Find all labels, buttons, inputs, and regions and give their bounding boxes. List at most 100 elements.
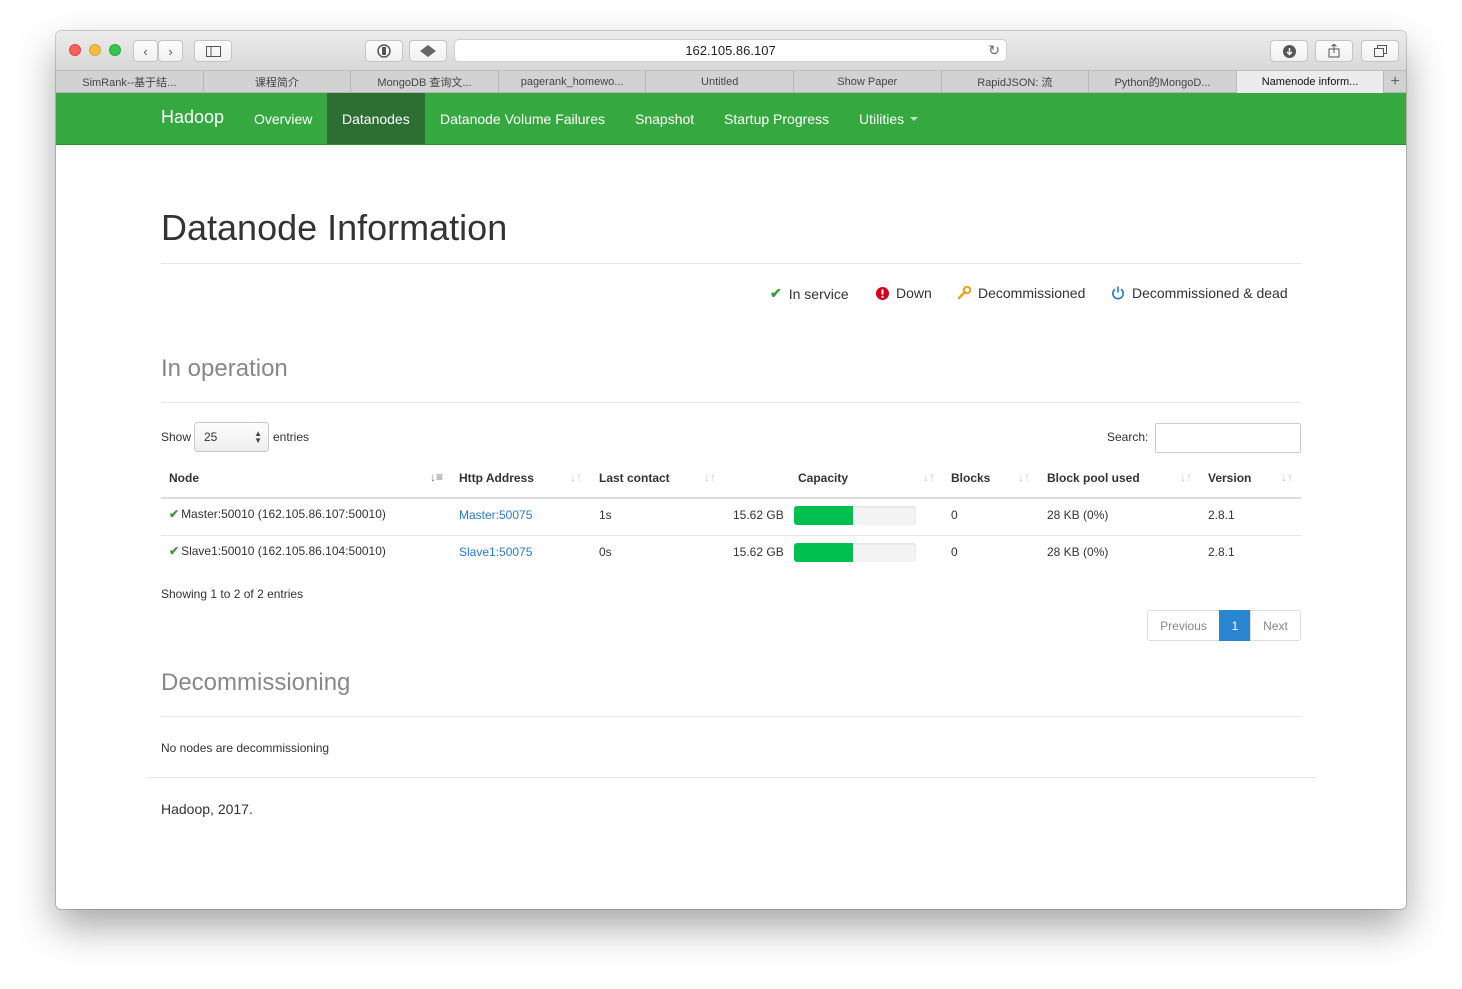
chevron-left-icon: ‹ <box>143 43 148 59</box>
sort-icon[interactable]: ↓↑ <box>923 470 935 484</box>
node-name: Master:50010 (162.105.86.107:50010) <box>181 507 386 521</box>
pagination-next[interactable]: Next <box>1250 610 1301 641</box>
divider <box>161 402 1301 403</box>
forward-button[interactable]: › <box>158 40 183 62</box>
nav-datanode-volume-failures[interactable]: Datanode Volume Failures <box>425 93 620 144</box>
entries-per-page-select[interactable]: 25 ▲ ▼ <box>194 422 269 452</box>
download-icon <box>1282 44 1296 58</box>
legend-label: Decommissioned & dead <box>1132 285 1288 301</box>
tab-strip: SimRank--基于结... 课程简介 MongoDB 查询文... page… <box>56 70 1406 93</box>
sidebar-toggle-button[interactable] <box>194 40 232 62</box>
section-title-in-operation: In operation <box>161 355 288 382</box>
pagination-page-1[interactable]: 1 <box>1219 610 1251 641</box>
browser-tab[interactable]: Untitled <box>646 71 794 93</box>
browser-tab[interactable]: SimRank--基于结... <box>56 71 204 93</box>
new-tab-button[interactable]: + <box>1384 71 1406 92</box>
power-icon <box>1112 286 1124 300</box>
column-header-node[interactable]: Node <box>169 471 199 485</box>
table-info: Showing 1 to 2 of 2 entries <box>161 587 304 601</box>
column-header-blocks[interactable]: Blocks <box>951 471 990 485</box>
capacity-progress-bar <box>794 543 916 562</box>
legend-label: In service <box>788 285 849 302</box>
sort-asc-icon[interactable]: ↓≡ <box>430 470 443 484</box>
legend-label: Down <box>896 285 932 301</box>
legend-decommissioned: Decommissioned <box>957 285 1085 301</box>
exclamation-circle-icon <box>876 286 889 300</box>
sort-icon[interactable]: ↓↑ <box>1281 470 1293 484</box>
plus-icon: + <box>1390 72 1400 90</box>
block-pool-used: 28 KB (0%) <box>1047 508 1109 522</box>
capacity-value: 15.62 GB <box>733 545 784 559</box>
version-value: 2.8.1 <box>1208 545 1235 559</box>
downloads-button[interactable] <box>1270 40 1308 62</box>
address-bar[interactable]: 162.105.86.107 ↻ <box>454 39 1007 62</box>
close-window-button[interactable] <box>69 44 81 56</box>
browser-tab[interactable]: RapidJSON: 流 <box>942 71 1090 93</box>
decommissioning-message: No nodes are decommissioning <box>161 741 330 755</box>
check-icon: ✔ <box>169 544 180 558</box>
minimize-window-button[interactable] <box>89 44 101 56</box>
sort-icon[interactable]: ↓↑ <box>1180 470 1192 484</box>
tabs-icon <box>1373 45 1387 57</box>
block-pool-used: 28 KB (0%) <box>1047 545 1109 559</box>
sort-icon[interactable]: ↓↑ <box>570 470 582 484</box>
divider <box>161 716 1301 717</box>
legend-label: Decommissioned <box>978 285 1086 301</box>
column-header-version[interactable]: Version <box>1208 471 1251 485</box>
navbar: Hadoop Overview Datanodes Datanode Volum… <box>56 93 1406 145</box>
nav-startup-progress[interactable]: Startup Progress <box>709 93 844 144</box>
select-arrows-icon: ▲ ▼ <box>254 429 262 445</box>
table-header-divider <box>161 497 1301 499</box>
check-icon: ✔ <box>770 285 782 301</box>
node-name: Slave1:50010 (162.105.86.104:50010) <box>181 544 386 558</box>
share-button[interactable] <box>1315 40 1353 62</box>
reload-icon[interactable]: ↻ <box>988 42 1000 59</box>
extension-button[interactable] <box>409 40 447 62</box>
sort-icon[interactable]: ↓↑ <box>1018 470 1030 484</box>
column-header-http-address[interactable]: Http Address <box>459 471 534 485</box>
section-title-decommissioning: Decommissioning <box>161 669 351 696</box>
legend-decommissioned-dead: Decommissioned & dead <box>1111 285 1288 301</box>
nav-utilities[interactable]: Utilities <box>844 93 933 144</box>
browser-window: ‹ › 162.105.86.107 ↻ SimRank--基于结... 课程简… <box>56 31 1406 909</box>
caret-down-icon <box>910 116 919 121</box>
browser-tab[interactable]: MongoDB 查询文... <box>351 71 499 93</box>
pagination-previous[interactable]: Previous <box>1147 610 1220 641</box>
nav-overview[interactable]: Overview <box>239 93 327 144</box>
last-contact: 1s <box>599 508 612 522</box>
back-button[interactable]: ‹ <box>133 40 158 62</box>
search-input[interactable] <box>1155 423 1301 453</box>
column-header-block-pool-used[interactable]: Block pool used <box>1047 471 1140 485</box>
browser-tab[interactable]: pagerank_homewo... <box>499 71 647 93</box>
nav-datanodes[interactable]: Datanodes <box>327 93 425 144</box>
http-address-link[interactable]: Slave1:50075 <box>459 545 532 559</box>
http-address-link[interactable]: Master:50075 <box>459 508 532 522</box>
browser-tab[interactable]: Show Paper <box>794 71 942 93</box>
legend-in-service: ✔ In service <box>770 285 849 302</box>
navbar-brand[interactable]: Hadoop <box>161 107 224 128</box>
footer-divider <box>146 777 1316 778</box>
row-divider <box>161 535 1301 536</box>
chevron-right-icon: › <box>168 43 173 59</box>
capacity-progress-fill <box>794 543 853 562</box>
footer-text: Hadoop, 2017. <box>161 801 253 817</box>
privacy-button[interactable] <box>365 40 403 62</box>
title-bar: ‹ › 162.105.86.107 ↻ <box>56 31 1406 70</box>
table-row-node: ✔ Master:50010 (162.105.86.107:50010) <box>169 507 386 521</box>
browser-tab-active[interactable]: Namenode inform... <box>1236 71 1385 93</box>
browser-tab[interactable]: Python的MongoD... <box>1089 71 1237 93</box>
sort-icon[interactable]: ↓↑ <box>704 470 716 484</box>
share-icon <box>1328 44 1340 58</box>
entries-label: entries <box>273 430 310 444</box>
tab-overview-button[interactable] <box>1361 40 1399 62</box>
capacity-value: 15.62 GB <box>733 508 784 522</box>
capacity-progress-bar <box>794 506 916 525</box>
browser-tab[interactable]: 课程简介 <box>204 71 352 93</box>
table-row-node: ✔ Slave1:50010 (162.105.86.104:50010) <box>169 544 386 558</box>
column-header-capacity[interactable]: Capacity <box>798 471 848 485</box>
zoom-window-button[interactable] <box>109 44 121 56</box>
nav-snapshot[interactable]: Snapshot <box>620 93 709 144</box>
check-icon: ✔ <box>169 507 180 521</box>
column-header-last-contact[interactable]: Last contact <box>599 471 670 485</box>
version-value: 2.8.1 <box>1208 508 1235 522</box>
